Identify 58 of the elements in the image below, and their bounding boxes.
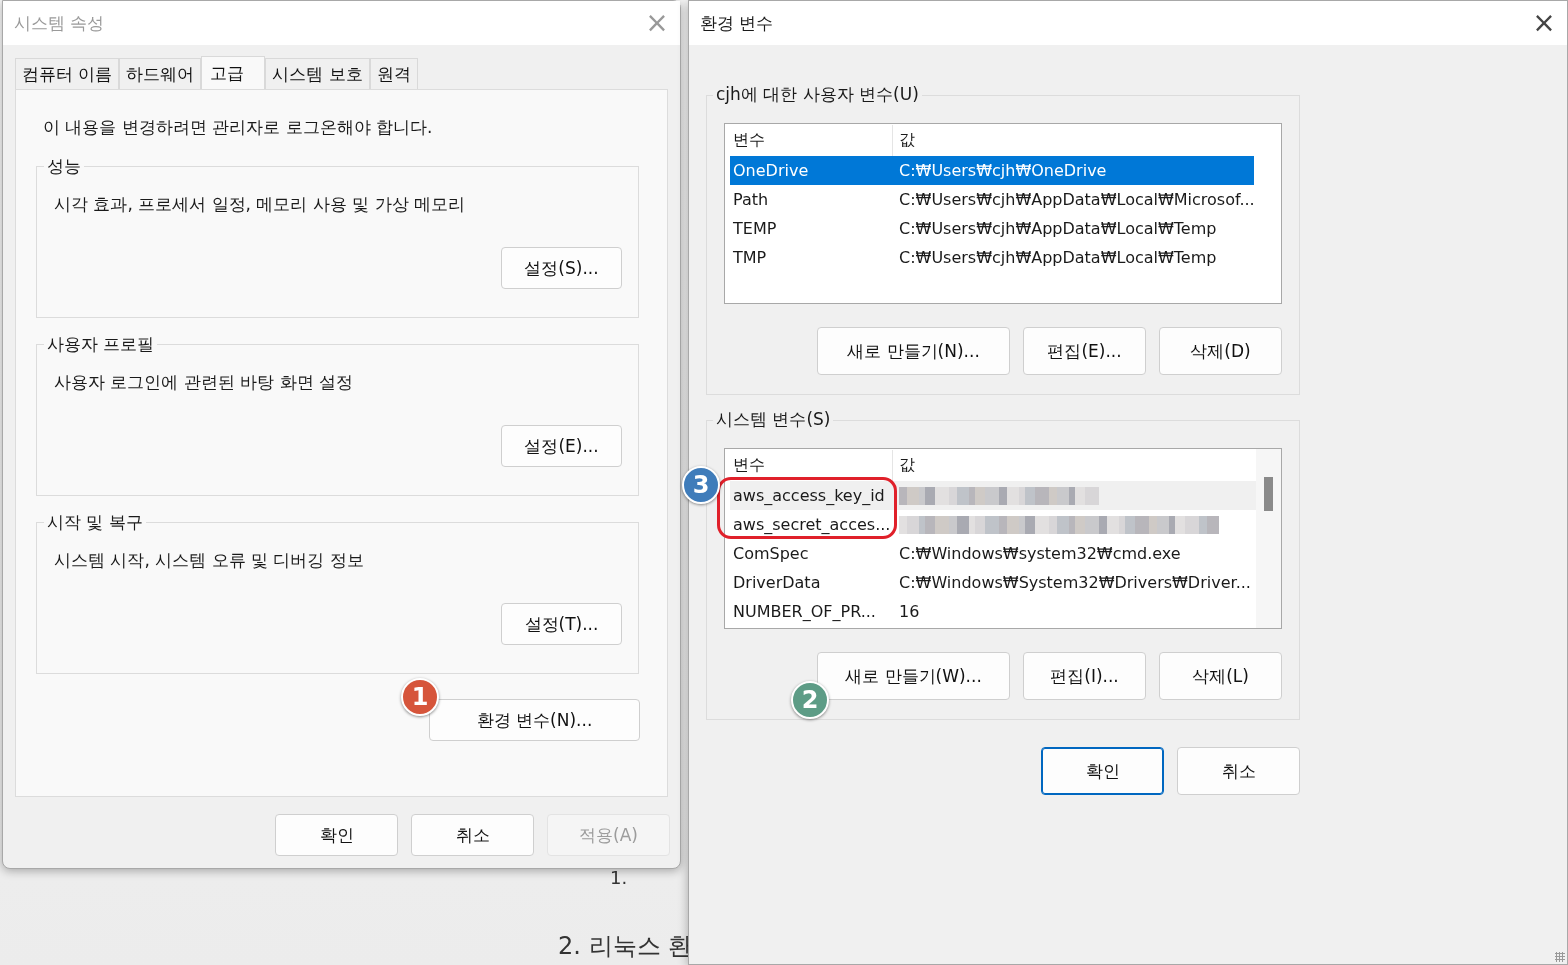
dialog-button[interactable]: 취소 (1177, 747, 1300, 795)
list-action-button[interactable]: 새로 만들기(W)... (817, 652, 1010, 700)
list-action-button[interactable]: 삭제(L) (1159, 652, 1282, 700)
notice-text: 이 내용을 변경하려면 관리자로 로그온해야 합니다. (43, 116, 434, 139)
variable-value: 16 (899, 602, 920, 621)
settings-button[interactable]: 설정(E)... (501, 425, 622, 467)
window-title: 환경 변수 (700, 11, 775, 35)
close-button[interactable]: × (1521, 1, 1567, 45)
list-row[interactable]: Path C:₩Users₩cjh₩AppData₩Local₩Microsof... (730, 185, 1281, 214)
variable-value: C:₩Users₩cjh₩AppData₩Local₩Temp (899, 248, 1217, 267)
variable-name: ComSpec (732, 544, 810, 563)
variable-value: C:₩Users₩cjh₩AppData₩Local₩Temp (899, 219, 1217, 238)
tab[interactable]: 시스템 보호 (265, 58, 370, 89)
step-marker: 3 (682, 466, 720, 504)
list-row[interactable]: OneDrive C:₩Users₩cjh₩OneDrive (730, 156, 1254, 185)
dialog-button[interactable]: 확인 (275, 814, 398, 856)
window-title: 시스템 속성 (14, 11, 106, 35)
list-row[interactable]: TMP C:₩Users₩cjh₩AppData₩Local₩Temp (730, 243, 1281, 272)
variable-name: aws_secret_acces... (732, 515, 892, 534)
variable-name: NUMBER_OF_PR... (732, 602, 877, 621)
resize-grip-icon[interactable] (1555, 952, 1565, 962)
tab[interactable]: 원격 (369, 58, 418, 89)
list-action-button[interactable]: 편집(E)... (1023, 327, 1146, 375)
tab[interactable]: 하드웨어 (119, 58, 202, 89)
list-action-button[interactable]: 삭제(D) (1159, 327, 1282, 375)
list-row[interactable]: aws_access_key_id (730, 481, 1256, 510)
list-row[interactable]: aws_secret_acces... (730, 510, 1256, 539)
variable-name: aws_access_key_id (732, 486, 886, 505)
variable-name: Path (732, 190, 770, 209)
list-row[interactable]: NUMBER_OF_PR... 16 (730, 597, 1256, 626)
group-title: 시스템 변수(S) (713, 408, 834, 431)
group-description: 사용자 로그인에 관련된 바탕 화면 설정 (54, 371, 355, 394)
group-title: cjh에 대한 사용자 변수(U) (713, 83, 922, 106)
settings-button[interactable]: 설정(S)... (501, 247, 622, 289)
group-description: 시각 효과, 프로세서 일정, 메모리 사용 및 가상 메모리 (54, 193, 467, 216)
dialog-button[interactable]: 취소 (411, 814, 534, 856)
list-action-button[interactable]: 편집(I)... (1023, 652, 1146, 700)
list-row[interactable]: ComSpec C:₩Windows₩system32₩cmd.exe (730, 539, 1256, 568)
variable-value: C:₩Users₩cjh₩OneDrive (899, 161, 1107, 180)
tab[interactable]: 컴퓨터 이름 (15, 58, 120, 89)
tab[interactable]: 고급 (201, 56, 266, 89)
variable-value: C:₩Windows₩System32₩Drivers₩Driver... (899, 573, 1251, 592)
list-action-button[interactable]: 새로 만들기(N)... (817, 327, 1010, 375)
variable-name: TMP (732, 248, 768, 267)
scrollbar[interactable] (1256, 449, 1281, 628)
variable-name: OneDrive (732, 161, 810, 180)
settings-button[interactable]: 설정(T)... (501, 603, 622, 645)
page-heading: 2. 리눅스 환 (558, 931, 693, 962)
list-row[interactable]: TEMP C:₩Users₩cjh₩AppData₩Local₩Temp (730, 214, 1281, 243)
group-description: 시스템 시작, 시스템 오류 및 디버깅 정보 (54, 549, 365, 572)
variable-value: C:₩Windows₩system32₩cmd.exe (899, 544, 1181, 563)
variable-name: TEMP (732, 219, 778, 238)
environment-variables-button[interactable]: 환경 변수(N)... (429, 699, 640, 741)
page-text: 1. (610, 869, 628, 887)
variable-name: DriverData (732, 573, 822, 592)
dialog-button[interactable]: 확인 (1041, 747, 1164, 795)
variable-value: C:₩Users₩cjh₩AppData₩Local₩Microsof... (899, 190, 1255, 209)
list-row[interactable]: DriverData C:₩Windows₩System32₩Drivers₩Driver... (730, 568, 1256, 597)
